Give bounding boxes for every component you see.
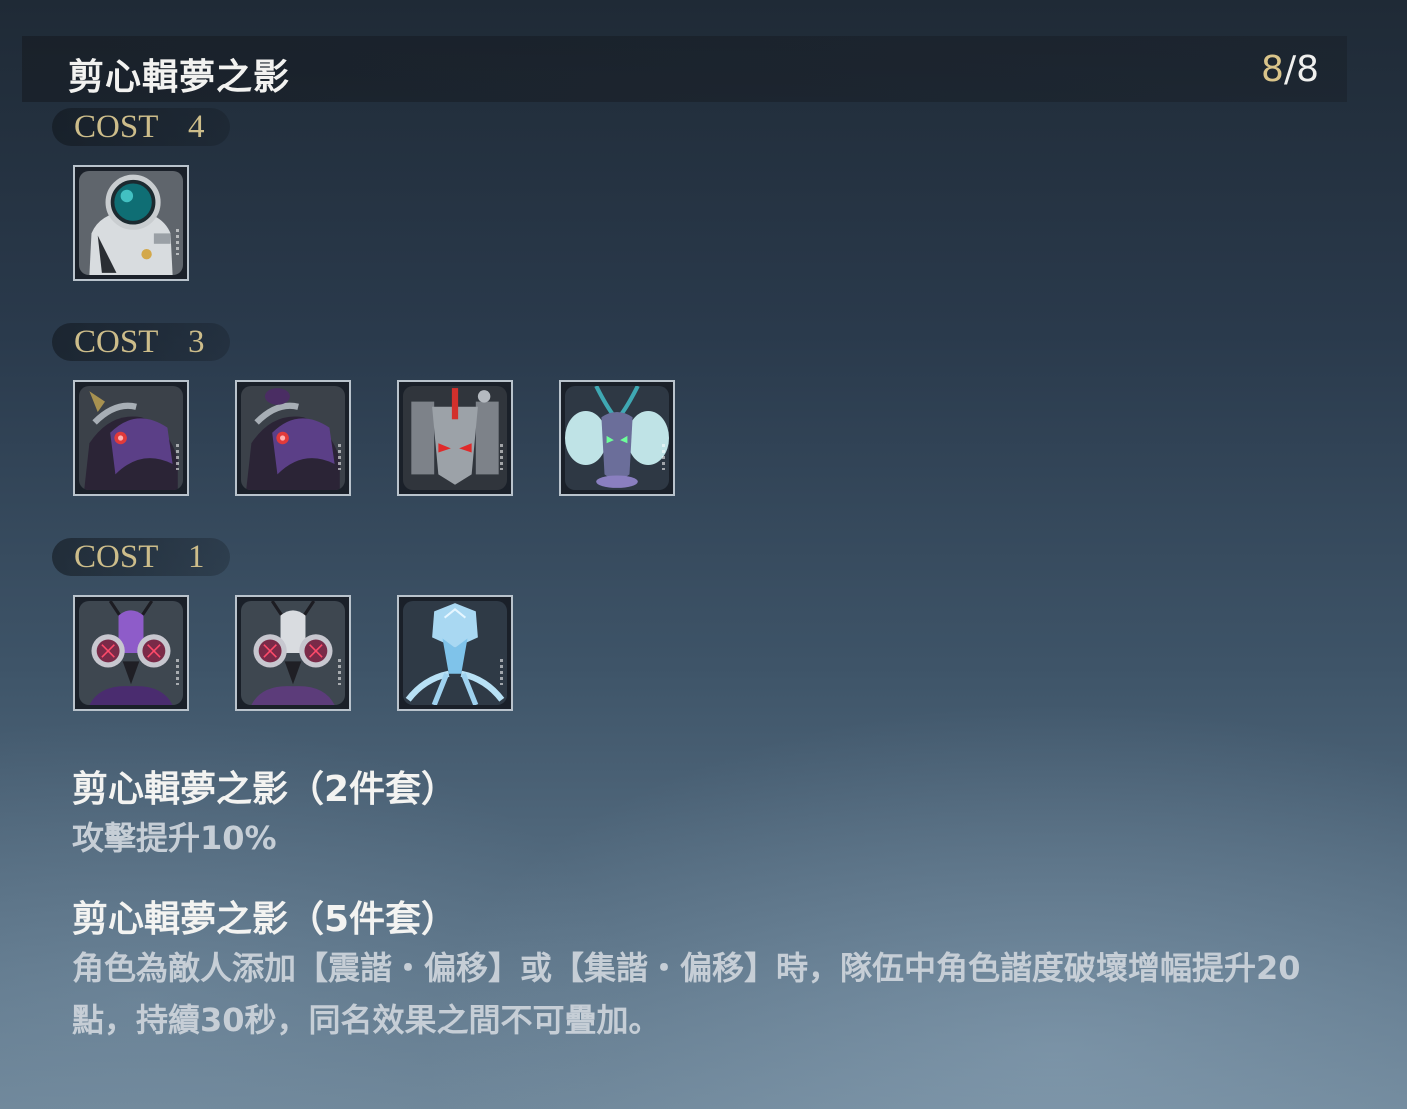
set-bonus-2-title: 剪心輯夢之影（2件套） — [72, 769, 458, 810]
purple-insect-echo-icon[interactable] — [73, 595, 189, 711]
count-total: /8 — [1283, 49, 1319, 90]
cost-value: 1 — [188, 539, 205, 575]
astronaut-echo-icon[interactable] — [73, 165, 189, 281]
mech-beast-echo-icon[interactable] — [397, 380, 513, 496]
purple-beast-echo-icon[interactable] — [73, 380, 189, 496]
set-bonus-5-desc: 角色為敵人添加【震諧・偏移】或【集諧・偏移】時，隊伍中角色諧度破壞增幅提升20點… — [72, 949, 1301, 1039]
purple-beast-echo-icon[interactable] — [235, 380, 351, 496]
cost-value: 3 — [188, 324, 205, 360]
count-current: 8 — [1261, 49, 1284, 90]
cost-tag-1: COST 1 — [52, 538, 230, 576]
white-insect-echo-icon[interactable] — [235, 595, 351, 711]
cost-label: COST — [74, 324, 159, 360]
cost-tag-4: COST 4 — [52, 108, 230, 146]
cost-tag-3: COST 3 — [52, 323, 230, 361]
set-bonus-5-title: 剪心輯夢之影（5件套） — [72, 899, 458, 940]
set-bonus-2-desc: 攻擊提升10% — [72, 819, 277, 857]
ice-crystal-echo-icon[interactable] — [397, 595, 513, 711]
cost-value: 4 — [188, 109, 205, 145]
cost-label: COST — [74, 539, 159, 575]
set-header: 剪心輯夢之影 8/8 — [22, 36, 1347, 102]
cost-label: COST — [74, 109, 159, 145]
frost-horned-echo-icon[interactable] — [559, 380, 675, 496]
set-piece-count: 8/8 — [1261, 49, 1319, 90]
set-title: 剪心輯夢之影 — [68, 57, 291, 98]
